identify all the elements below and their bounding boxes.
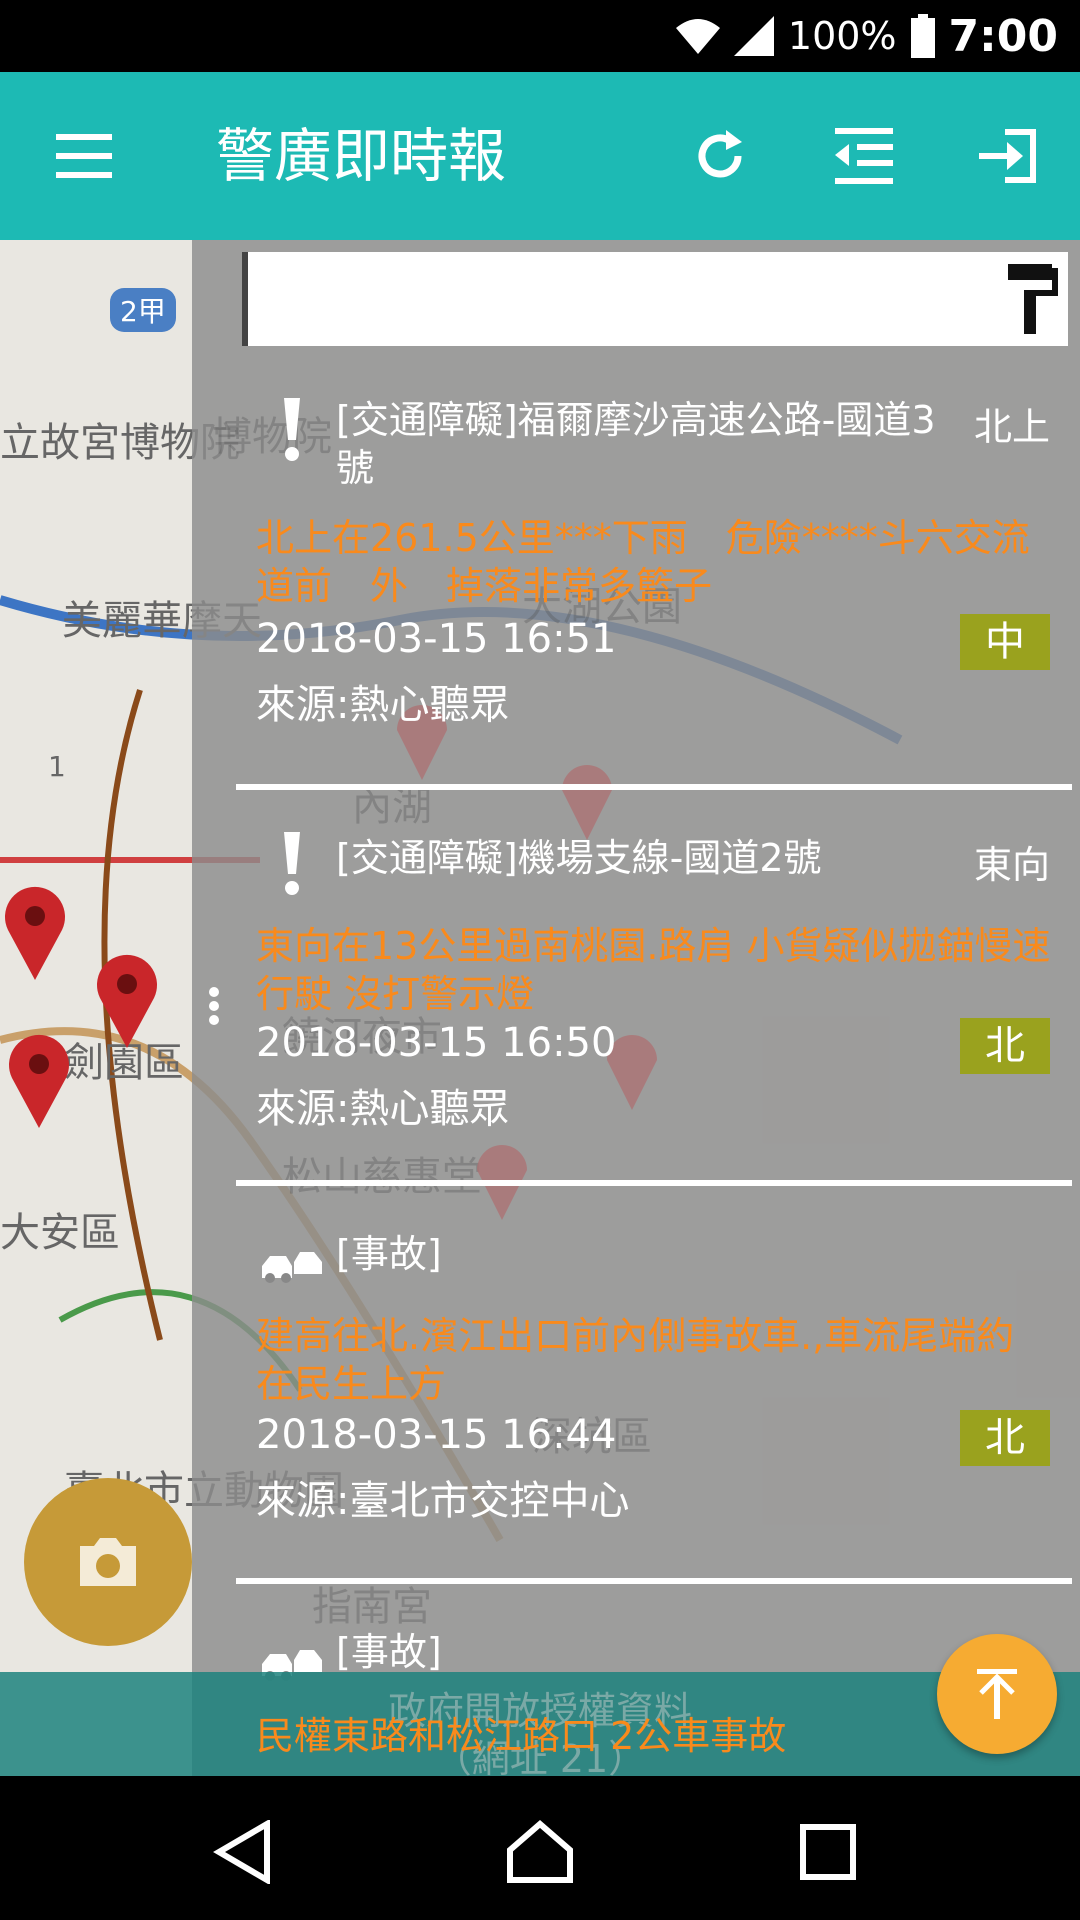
app-bar: 警廣即時報 — [0, 72, 1080, 240]
refresh-icon[interactable] — [680, 116, 760, 196]
collapse-list-icon[interactable] — [824, 116, 904, 196]
news-description: 建高往北.濱江出口前內側事故車.,車流尾端約在民生上方 — [256, 1314, 1015, 1406]
news-source: 來源:熱心聽眾 — [256, 682, 510, 728]
camera-button[interactable] — [24, 1478, 192, 1646]
back-icon[interactable] — [203, 1812, 283, 1892]
news-source: 來源:臺北市交控中心 — [256, 1478, 630, 1524]
news-item[interactable]: [交通障礙]機場支線-國道2號 東向 東向在13公里過南桃園.路肩 小貨疑似拋錨… — [236, 828, 1072, 1148]
camera-icon — [80, 1538, 136, 1586]
drawer-handle-icon[interactable] — [208, 986, 220, 1026]
app-title: 警廣即時報 — [216, 122, 507, 190]
news-source: 來源:熱心聽眾 — [256, 1086, 510, 1132]
divider — [236, 784, 1072, 790]
svg-text:內湖: 內湖 — [352, 784, 432, 830]
news-direction: 東向 — [973, 843, 1050, 887]
navigation-bar — [0, 1776, 1080, 1920]
map-pin-icon[interactable] — [4, 1028, 74, 1128]
battery-icon — [910, 14, 935, 58]
wifi-icon — [675, 19, 720, 54]
search-box — [242, 252, 1068, 346]
battery-percent: 100% — [787, 14, 897, 58]
status-bar: 100% 7:00 — [0, 0, 1080, 72]
news-time: 2018-03-15 16:51 — [256, 616, 617, 662]
menu-icon[interactable] — [44, 116, 124, 196]
news-panel[interactable]: 博物院 大湖公園 內湖 饒河夜市 松山慈惠堂 深坑區 指南宮 [交通障礙]福爾摩… — [192, 240, 1080, 1776]
divider — [236, 1180, 1072, 1186]
map-label: 2甲 — [110, 288, 176, 332]
news-time: 2018-03-15 16:50 — [256, 1020, 617, 1066]
news-item[interactable]: [交通障礙]福爾摩沙高速公路-國道3號 北上 北上在261.5公里***下雨 危… — [236, 390, 1072, 728]
signal-icon — [733, 16, 774, 56]
car-crash-icon — [256, 1228, 328, 1300]
paint-roller-icon[interactable] — [1008, 264, 1058, 334]
map-label: 1 — [48, 750, 66, 783]
news-direction: 北上 — [973, 405, 1050, 449]
home-icon[interactable] — [500, 1812, 580, 1892]
region-badge: 中 — [960, 614, 1050, 670]
map-label: 大安區 — [0, 1210, 120, 1256]
news-description: 北上在261.5公里***下雨 危險****斗六交流道前 外 掉落非常多籃子 — [256, 516, 1030, 608]
news-description: 民權東路和松江路口 2公車事故 — [256, 1714, 787, 1758]
recents-icon[interactable] — [788, 1812, 868, 1892]
region-badge: 北 — [960, 1018, 1050, 1074]
news-headline: [交通障礙]機場支線-國道2號 — [336, 836, 822, 880]
search-input[interactable] — [260, 252, 964, 344]
news-headline: [事故] — [336, 1232, 442, 1276]
clock: 7:00 — [948, 10, 1058, 62]
news-headline: [交通障礙]福爾摩沙高速公路-國道3號 — [336, 398, 936, 490]
region-badge: 北 — [960, 1410, 1050, 1466]
map-pin-icon[interactable] — [92, 948, 162, 1048]
news-description: 東向在13公里過南桃園.路肩 小貨疑似拋錨慢速行駛 沒打警示燈 — [256, 924, 1051, 1016]
news-time: 2018-03-15 16:44 — [256, 1412, 617, 1458]
news-item[interactable]: [事故] 建高往北.濱江出口前內側事故車.,車流尾端約在民生上方 2018-03… — [236, 1224, 1072, 1544]
exclamation-icon — [256, 828, 328, 900]
svg-text:松山慈惠堂: 松山慈惠堂 — [282, 1154, 482, 1200]
divider — [236, 1578, 1072, 1584]
map-pin-icon[interactable] — [0, 880, 70, 980]
exclamation-icon — [256, 394, 328, 466]
logout-icon[interactable] — [968, 116, 1048, 196]
